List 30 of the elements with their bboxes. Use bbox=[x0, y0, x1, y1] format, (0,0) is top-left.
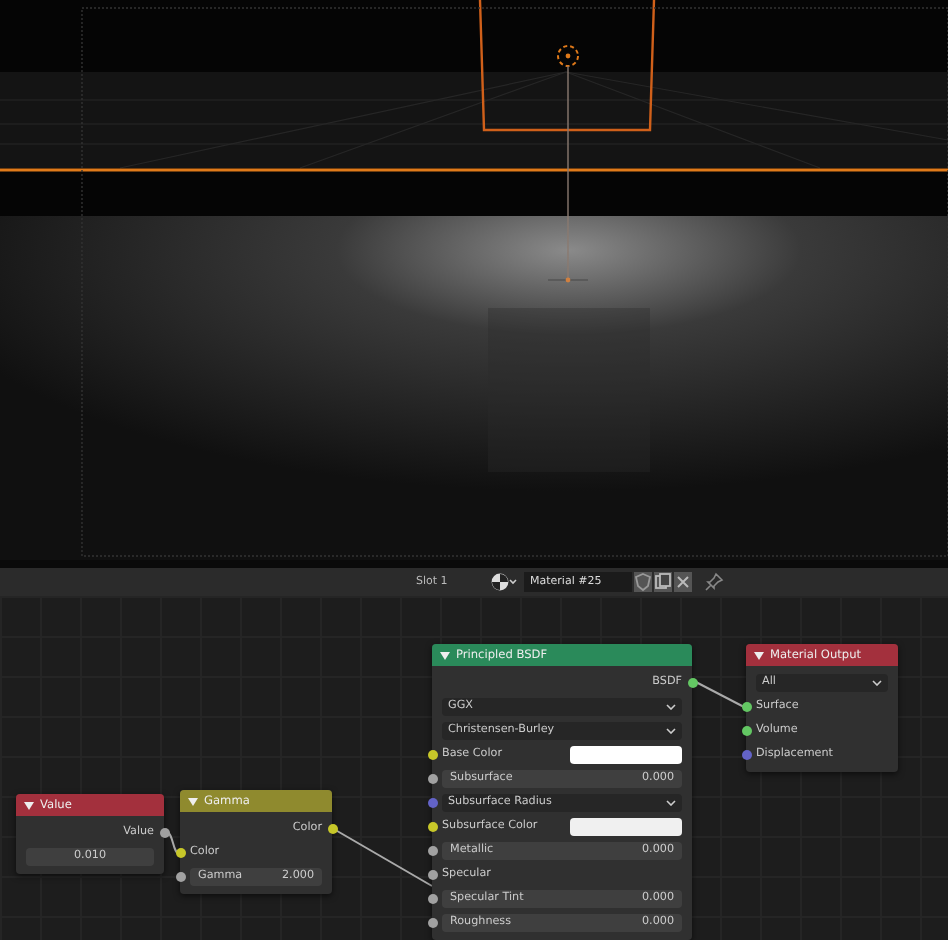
duplicate-icon[interactable] bbox=[654, 572, 672, 592]
socket-icon[interactable] bbox=[427, 917, 437, 927]
socket-icon[interactable] bbox=[427, 845, 437, 855]
socket-icon[interactable] bbox=[175, 847, 185, 857]
socket-icon[interactable] bbox=[427, 821, 437, 831]
socket-icon[interactable] bbox=[741, 725, 751, 735]
caret-icon bbox=[666, 703, 676, 709]
socket-icon[interactable] bbox=[687, 677, 697, 687]
pin-icon[interactable] bbox=[704, 572, 724, 592]
socket-icon[interactable] bbox=[427, 749, 437, 759]
collapse-triangle-icon[interactable] bbox=[188, 797, 198, 805]
socket-icon[interactable] bbox=[741, 701, 751, 711]
close-icon[interactable] bbox=[674, 572, 692, 592]
fake-user-shield-icon[interactable] bbox=[634, 572, 652, 592]
socket-icon[interactable] bbox=[159, 827, 169, 837]
caret-icon bbox=[666, 727, 676, 733]
socket-icon[interactable] bbox=[427, 869, 437, 879]
color-swatch[interactable] bbox=[570, 745, 682, 763]
socket-icon[interactable] bbox=[427, 893, 437, 903]
node-link bbox=[165, 831, 181, 855]
socket-icon[interactable] bbox=[327, 823, 337, 833]
caret-icon bbox=[872, 679, 882, 685]
collapse-triangle-icon[interactable] bbox=[440, 651, 450, 659]
caret-icon bbox=[666, 799, 676, 805]
socket-icon[interactable] bbox=[427, 773, 437, 783]
material-sphere-icon[interactable] bbox=[490, 572, 518, 592]
socket-icon[interactable] bbox=[175, 871, 185, 881]
collapse-triangle-icon[interactable] bbox=[24, 801, 34, 809]
collapse-triangle-icon[interactable] bbox=[754, 651, 764, 659]
color-swatch[interactable] bbox=[570, 817, 682, 835]
